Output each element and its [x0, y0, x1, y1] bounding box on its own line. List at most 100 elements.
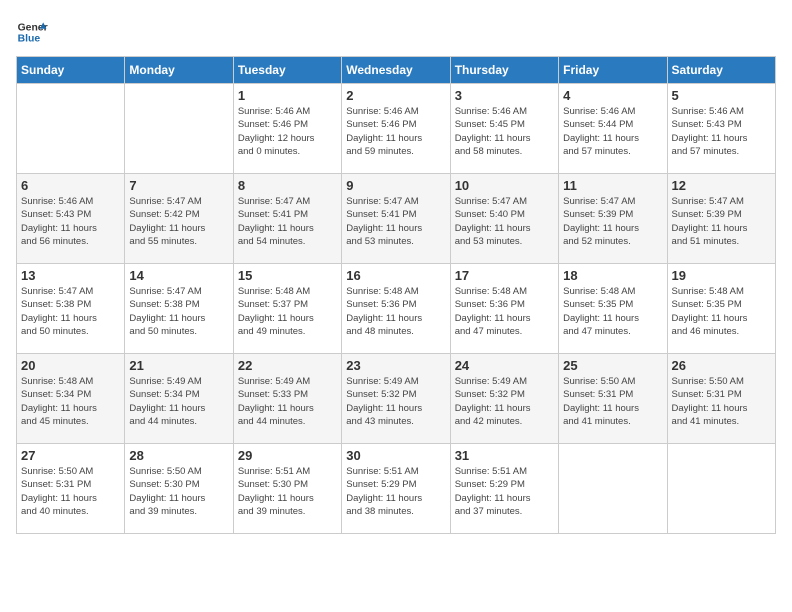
day-number: 5 [672, 88, 771, 103]
day-number: 2 [346, 88, 445, 103]
day-info: Sunrise: 5:49 AMSunset: 5:33 PMDaylight:… [238, 375, 337, 428]
day-info: Sunrise: 5:48 AMSunset: 5:37 PMDaylight:… [238, 285, 337, 338]
calendar-cell: 22 Sunrise: 5:49 AMSunset: 5:33 PMDayligh… [233, 354, 341, 444]
calendar-cell: 17 Sunrise: 5:48 AMSunset: 5:36 PMDayligh… [450, 264, 558, 354]
day-number: 16 [346, 268, 445, 283]
calendar-cell [559, 444, 667, 534]
day-info: Sunrise: 5:47 AMSunset: 5:39 PMDaylight:… [563, 195, 662, 248]
calendar-cell: 15 Sunrise: 5:48 AMSunset: 5:37 PMDayligh… [233, 264, 341, 354]
day-number: 18 [563, 268, 662, 283]
calendar-cell [125, 84, 233, 174]
day-number: 29 [238, 448, 337, 463]
day-info: Sunrise: 5:51 AMSunset: 5:29 PMDaylight:… [346, 465, 445, 518]
day-info: Sunrise: 5:48 AMSunset: 5:35 PMDaylight:… [563, 285, 662, 338]
header: General Blue [16, 16, 776, 48]
day-info: Sunrise: 5:46 AMSunset: 5:43 PMDaylight:… [21, 195, 120, 248]
calendar-cell: 19Sunrise: 5:48 AMSunset: 5:35 PMDayligh… [667, 264, 775, 354]
calendar-cell: 24Sunrise: 5:49 AMSunset: 5:32 PMDayligh… [450, 354, 558, 444]
calendar-cell: 12Sunrise: 5:47 AMSunset: 5:39 PMDayligh… [667, 174, 775, 264]
day-number: 13 [21, 268, 120, 283]
day-number: 17 [455, 268, 554, 283]
day-info: Sunrise: 5:47 AMSunset: 5:41 PMDaylight:… [346, 195, 445, 248]
day-number: 6 [21, 178, 120, 193]
column-header-friday: Friday [559, 57, 667, 84]
calendar-cell: 13 Sunrise: 5:47 AMSunset: 5:38 PMDayligh… [17, 264, 125, 354]
calendar-cell: 21 Sunrise: 5:49 AMSunset: 5:34 PMDayligh… [125, 354, 233, 444]
calendar-cell: 9Sunrise: 5:47 AMSunset: 5:41 PMDaylight… [342, 174, 450, 264]
day-info: Sunrise: 5:48 AMSunset: 5:34 PMDaylight:… [21, 375, 120, 428]
day-info: Sunrise: 5:46 AMSunset: 5:46 PMDaylight:… [238, 105, 337, 158]
calendar-cell [667, 444, 775, 534]
calendar-week-row: 20 Sunrise: 5:48 AMSunset: 5:34 PMDayligh… [17, 354, 776, 444]
day-number: 28 [129, 448, 228, 463]
column-header-sunday: Sunday [17, 57, 125, 84]
day-info: Sunrise: 5:51 AMSunset: 5:30 PMDaylight:… [238, 465, 337, 518]
calendar-week-row: 6 Sunrise: 5:46 AMSunset: 5:43 PMDaylight… [17, 174, 776, 264]
day-number: 25 [563, 358, 662, 373]
calendar-cell: 1 Sunrise: 5:46 AMSunset: 5:46 PMDaylight… [233, 84, 341, 174]
day-info: Sunrise: 5:46 AMSunset: 5:44 PMDaylight:… [563, 105, 662, 158]
day-number: 20 [21, 358, 120, 373]
calendar-cell: 31Sunrise: 5:51 AMSunset: 5:29 PMDayligh… [450, 444, 558, 534]
column-header-saturday: Saturday [667, 57, 775, 84]
day-info: Sunrise: 5:46 AMSunset: 5:45 PMDaylight:… [455, 105, 554, 158]
calendar-week-row: 13 Sunrise: 5:47 AMSunset: 5:38 PMDayligh… [17, 264, 776, 354]
calendar-week-row: 27 Sunrise: 5:50 AMSunset: 5:31 PMDayligh… [17, 444, 776, 534]
calendar-cell: 25 Sunrise: 5:50 AMSunset: 5:31 PMDayligh… [559, 354, 667, 444]
calendar-cell: 8Sunrise: 5:47 AMSunset: 5:41 PMDaylight… [233, 174, 341, 264]
day-number: 14 [129, 268, 228, 283]
calendar-cell: 11 Sunrise: 5:47 AMSunset: 5:39 PMDayligh… [559, 174, 667, 264]
calendar-table: SundayMondayTuesdayWednesdayThursdayFrid… [16, 56, 776, 534]
column-header-tuesday: Tuesday [233, 57, 341, 84]
calendar-cell: 18 Sunrise: 5:48 AMSunset: 5:35 PMDayligh… [559, 264, 667, 354]
calendar-header-row: SundayMondayTuesdayWednesdayThursdayFrid… [17, 57, 776, 84]
calendar-cell: 4 Sunrise: 5:46 AMSunset: 5:44 PMDaylight… [559, 84, 667, 174]
day-info: Sunrise: 5:47 AMSunset: 5:41 PMDaylight:… [238, 195, 337, 248]
day-number: 12 [672, 178, 771, 193]
day-number: 21 [129, 358, 228, 373]
day-info: Sunrise: 5:46 AMSunset: 5:43 PMDaylight:… [672, 105, 771, 158]
calendar-cell: 26Sunrise: 5:50 AMSunset: 5:31 PMDayligh… [667, 354, 775, 444]
column-header-monday: Monday [125, 57, 233, 84]
calendar-body: 1 Sunrise: 5:46 AMSunset: 5:46 PMDaylight… [17, 84, 776, 534]
day-number: 11 [563, 178, 662, 193]
calendar-cell: 16 Sunrise: 5:48 AMSunset: 5:36 PMDayligh… [342, 264, 450, 354]
calendar-cell: 29 Sunrise: 5:51 AMSunset: 5:30 PMDayligh… [233, 444, 341, 534]
day-info: Sunrise: 5:49 AMSunset: 5:34 PMDaylight:… [129, 375, 228, 428]
calendar-cell: 23 Sunrise: 5:49 AMSunset: 5:32 PMDayligh… [342, 354, 450, 444]
column-header-wednesday: Wednesday [342, 57, 450, 84]
calendar-cell: 20 Sunrise: 5:48 AMSunset: 5:34 PMDayligh… [17, 354, 125, 444]
day-info: Sunrise: 5:47 AMSunset: 5:38 PMDaylight:… [129, 285, 228, 338]
calendar-cell: 2 Sunrise: 5:46 AMSunset: 5:46 PMDaylight… [342, 84, 450, 174]
day-number: 10 [455, 178, 554, 193]
day-info: Sunrise: 5:47 AMSunset: 5:38 PMDaylight:… [21, 285, 120, 338]
calendar-cell: 5 Sunrise: 5:46 AMSunset: 5:43 PMDaylight… [667, 84, 775, 174]
day-info: Sunrise: 5:50 AMSunset: 5:31 PMDaylight:… [21, 465, 120, 518]
day-number: 7 [129, 178, 228, 193]
day-info: Sunrise: 5:49 AMSunset: 5:32 PMDaylight:… [346, 375, 445, 428]
day-number: 1 [238, 88, 337, 103]
calendar-cell: 30 Sunrise: 5:51 AMSunset: 5:29 PMDayligh… [342, 444, 450, 534]
day-info: Sunrise: 5:50 AMSunset: 5:30 PMDaylight:… [129, 465, 228, 518]
column-header-thursday: Thursday [450, 57, 558, 84]
day-info: Sunrise: 5:47 AMSunset: 5:40 PMDaylight:… [455, 195, 554, 248]
day-number: 15 [238, 268, 337, 283]
day-number: 26 [672, 358, 771, 373]
calendar-cell: 3Sunrise: 5:46 AMSunset: 5:45 PMDaylight… [450, 84, 558, 174]
calendar-cell: 10 Sunrise: 5:47 AMSunset: 5:40 PMDayligh… [450, 174, 558, 264]
day-info: Sunrise: 5:48 AMSunset: 5:36 PMDaylight:… [455, 285, 554, 338]
day-number: 27 [21, 448, 120, 463]
day-info: Sunrise: 5:49 AMSunset: 5:32 PMDaylight:… [455, 375, 554, 428]
day-info: Sunrise: 5:48 AMSunset: 5:35 PMDaylight:… [672, 285, 771, 338]
day-number: 30 [346, 448, 445, 463]
day-info: Sunrise: 5:46 AMSunset: 5:46 PMDaylight:… [346, 105, 445, 158]
calendar-cell: 14 Sunrise: 5:47 AMSunset: 5:38 PMDayligh… [125, 264, 233, 354]
day-number: 31 [455, 448, 554, 463]
day-number: 22 [238, 358, 337, 373]
day-info: Sunrise: 5:50 AMSunset: 5:31 PMDaylight:… [563, 375, 662, 428]
day-number: 23 [346, 358, 445, 373]
day-info: Sunrise: 5:47 AMSunset: 5:42 PMDaylight:… [129, 195, 228, 248]
logo-icon: General Blue [16, 16, 48, 48]
day-number: 4 [563, 88, 662, 103]
day-info: Sunrise: 5:48 AMSunset: 5:36 PMDaylight:… [346, 285, 445, 338]
